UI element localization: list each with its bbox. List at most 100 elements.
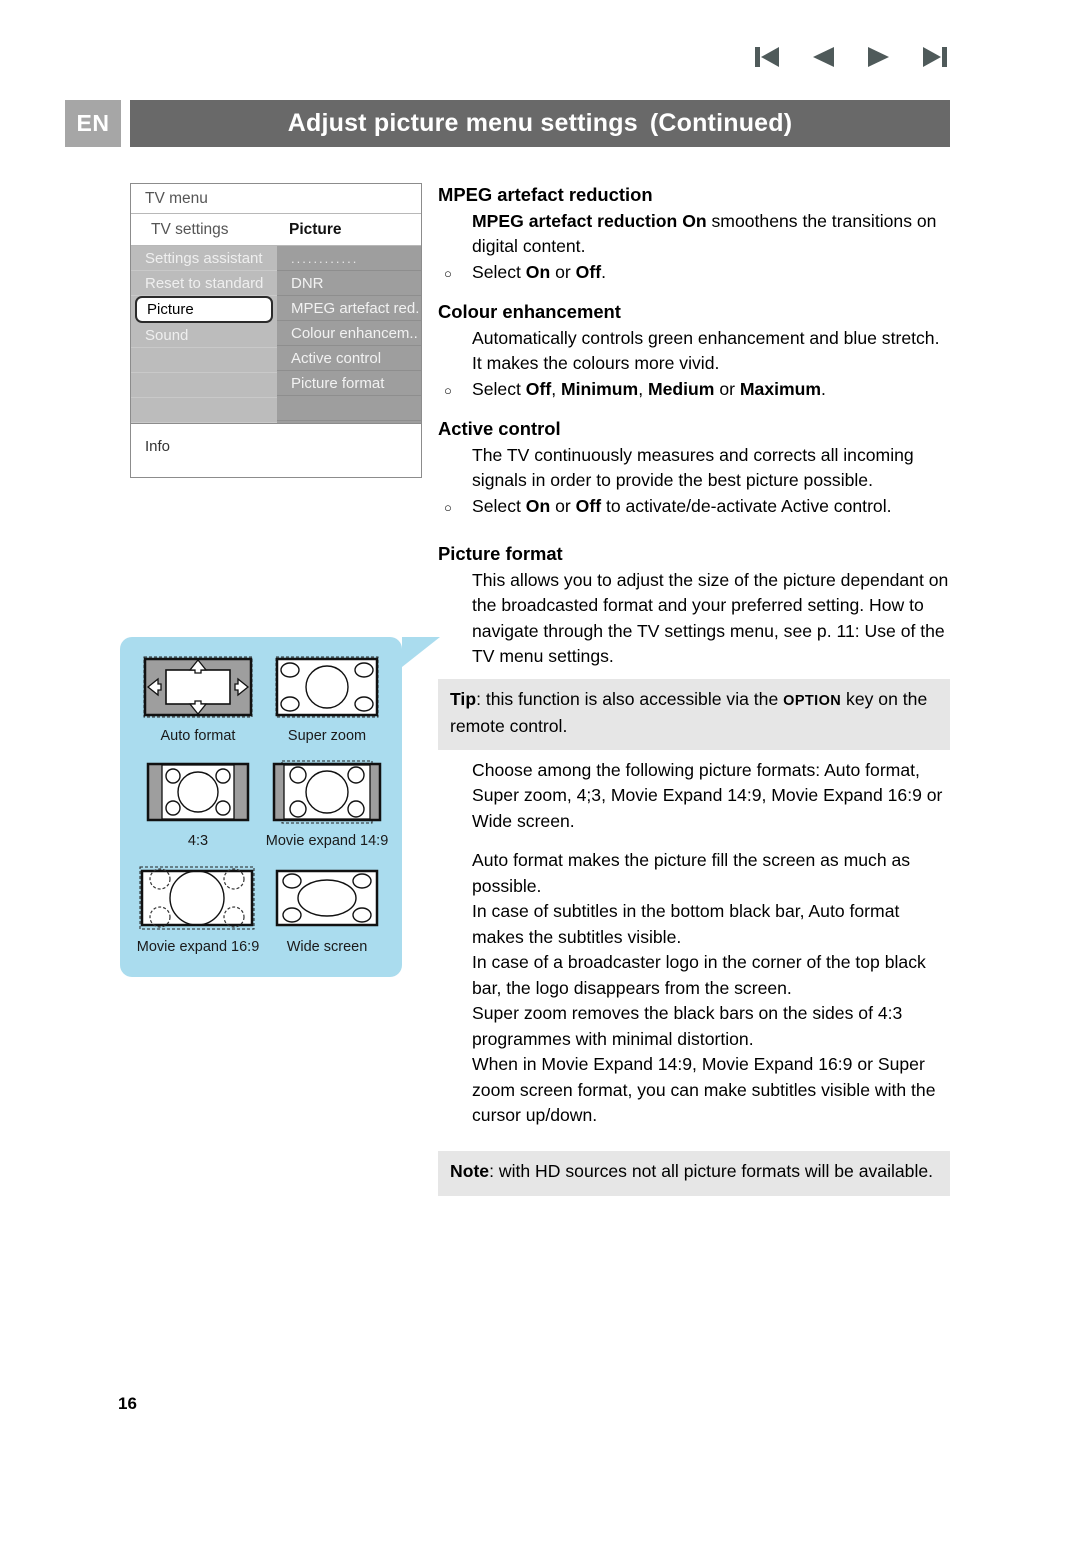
mpeg-bullet-post: . (601, 261, 606, 282)
format-diagram-movie-expand-16-9: Movie expand 16:9 (132, 864, 264, 969)
colour-option-medium: Medium (647, 378, 715, 399)
tv-menu-subheader: TV settings Picture (131, 214, 421, 246)
paragraph-movie-expand: When in Movie Expand 14:9, Movie Expand … (472, 1054, 936, 1125)
picture-column-label: Picture (289, 221, 342, 238)
tv-menu-info-label: Info (131, 423, 421, 477)
mpeg-bullet-pre: Select (472, 261, 526, 282)
paragraph-choose-formats: Choose among the following picture forma… (472, 759, 943, 831)
active-bullet-pre: Select (472, 495, 526, 516)
note-label: Note (450, 1160, 490, 1181)
paragraph-subtitles: In case of subtitles in the bottom black… (472, 901, 900, 947)
paragraph-auto-format: Auto format makes the picture fill the s… (472, 850, 911, 896)
page-title-continued: (Continued) (649, 109, 793, 137)
tv-menu-left-column: Settings assistant Reset to standard Pic… (131, 246, 277, 423)
active-option-on: On (525, 495, 551, 516)
menu-item-empty-3 (131, 398, 277, 423)
tip-pre: : this function is also accessible via t… (476, 688, 784, 709)
colour-sep-3: or (714, 378, 740, 399)
heading-picture-format: Picture format (438, 543, 563, 564)
format-label-wide-screen: Wide screen (286, 938, 368, 955)
submenu-item-dnr[interactable]: DNR (277, 271, 421, 296)
format-diagram-super-zoom: Super zoom (264, 653, 390, 758)
menu-item-settings-assistant[interactable]: Settings assistant (131, 246, 277, 271)
left-column: TV menu TV settings Picture Settings ass… (130, 183, 422, 478)
bullet-mpeg-select: ○ Select On or Off. (444, 260, 950, 286)
tv-menu-right-column: ............ DNR MPEG artefact red. Colo… (277, 246, 421, 423)
format-diagram-movie-expand-14-9: Movie expand 14:9 (264, 758, 390, 863)
wide-screen-icon (275, 869, 379, 926)
bullet-active-select: ○ Select On or Off to activate/de-activat… (444, 494, 950, 520)
auto-format-icon (143, 656, 253, 718)
format-diagram-4-3: 4:3 (132, 758, 264, 863)
paragraph-active-body: The TV continuously measures and correct… (472, 444, 914, 491)
tip-label: Tip (450, 688, 477, 709)
movie-expand-16-9-icon (139, 866, 255, 930)
colour-option-off: Off (525, 378, 552, 399)
page-title-text: Adjust picture menu settings (287, 109, 638, 137)
colour-sep-2: , (638, 378, 648, 399)
colour-bullet-pre: Select (472, 378, 526, 399)
format-label-auto-format: Auto format (160, 728, 236, 744)
mpeg-bullet-mid: or (550, 261, 576, 282)
mpeg-body-bold: MPEG artefact reduction On (472, 210, 707, 231)
mpeg-option-on: On (525, 261, 551, 282)
picture-format-illustrations-panel: Auto format Super zoom 4:3 Movie expand … (120, 637, 402, 977)
submenu-item-empty (277, 396, 421, 421)
submenu-item-mpeg-artefact-red[interactable]: MPEG artefact red. (277, 296, 421, 321)
page-navigation (752, 44, 950, 70)
page-title: Adjust picture menu settings (Continued) (130, 100, 950, 147)
submenu-item-picture-format[interactable]: Picture format (277, 371, 421, 396)
menu-item-reset-to-standard[interactable]: Reset to standard (131, 271, 277, 296)
heading-mpeg-artefact-reduction: MPEG artefact reduction (438, 184, 653, 205)
format-label-super-zoom: Super zoom (287, 728, 367, 744)
next-page-icon[interactable] (864, 44, 894, 70)
tv-menu-screenshot: TV menu TV settings Picture Settings ass… (130, 183, 422, 478)
format-label-movie-expand-14-9: Movie expand 14:9 (265, 833, 389, 850)
note-callout: Note: with HD sources not all picture fo… (438, 1150, 950, 1196)
paragraph-mpeg-body: MPEG artefact reduction On smoothens the… (472, 209, 950, 260)
format-label-4-3: 4:3 (187, 833, 209, 850)
last-page-icon[interactable] (920, 44, 950, 70)
tip-callout: Tip: this function is also accessible vi… (438, 678, 950, 750)
format-diagram-wide-screen: Wide screen (264, 864, 390, 969)
format-label-movie-expand-16-9: Movie expand 16:9 (136, 938, 260, 955)
mpeg-option-off: Off (575, 261, 602, 282)
menu-item-empty-1 (131, 348, 277, 373)
bullet-marker-icon: ○ (444, 499, 452, 515)
heading-active-control: Active control (438, 418, 561, 439)
colour-bullet-post: . (821, 378, 826, 399)
menu-item-picture-selected[interactable]: Picture (135, 296, 273, 323)
first-page-icon[interactable] (752, 44, 782, 70)
page-number: 16 (118, 1394, 137, 1413)
submenu-item-active-control[interactable]: Active control (277, 346, 421, 371)
colour-option-maximum: Maximum (739, 378, 822, 399)
menu-item-sound[interactable]: Sound (131, 323, 277, 348)
active-bullet-mid: or (550, 495, 576, 516)
active-bullet-post: to activate/de-activate Active control. (601, 495, 892, 516)
body-content: MPEG artefact reduction MPEG artefact re… (438, 182, 950, 1196)
option-key-label: OPTION (783, 692, 842, 709)
heading-colour-enhancement: Colour enhancement (438, 301, 621, 322)
page-header: EN Adjust picture menu settings (Continu… (65, 100, 950, 147)
paragraph-broadcaster-logo: In case of a broadcaster logo in the cor… (472, 952, 926, 998)
paragraph-super-zoom: Super zoom removes the black bars on the… (472, 1003, 903, 1049)
bullet-colour-select: ○ Select Off, Minimum, Medium or Maximum. (444, 377, 950, 403)
active-option-off: Off (575, 495, 602, 516)
note-body: : with HD sources not all picture format… (489, 1160, 934, 1181)
colour-sep-1: , (551, 378, 561, 399)
four-three-icon (146, 763, 250, 822)
bullet-marker-icon: ○ (444, 382, 452, 398)
tv-menu-title: TV menu (131, 184, 421, 214)
tv-settings-label: TV settings (151, 221, 229, 238)
previous-page-icon[interactable] (808, 44, 838, 70)
submenu-item-colour-enhancement[interactable]: Colour enhancem.. (277, 321, 421, 346)
movie-expand-14-9-icon (272, 760, 382, 824)
callout-tail (402, 637, 440, 667)
menu-item-empty-2 (131, 373, 277, 398)
